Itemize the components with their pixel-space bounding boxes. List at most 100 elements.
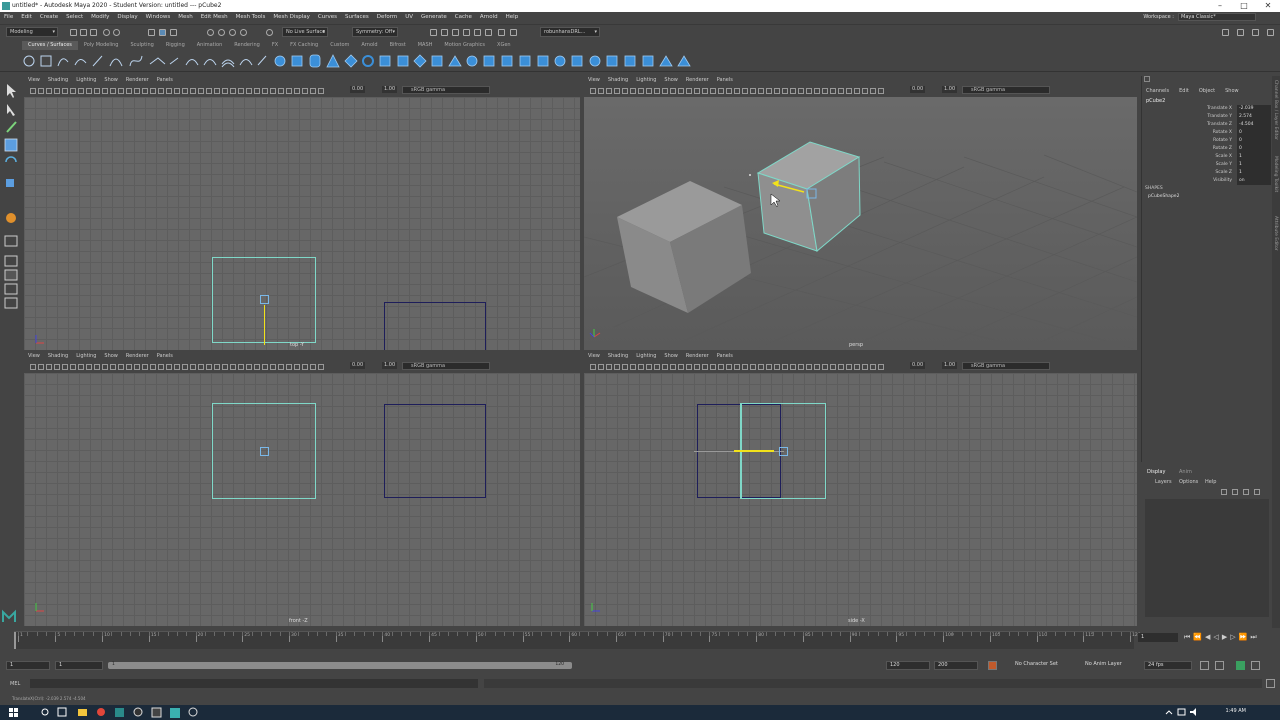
channel-row[interactable]: Translate X -2.039: [1182, 105, 1272, 113]
shelf-tab-rigging[interactable]: Rigging: [160, 41, 191, 50]
side-exposure-field[interactable]: 0.00: [910, 362, 926, 369]
minimize-button[interactable]: –: [1208, 0, 1232, 12]
channel-row[interactable]: Translate Z -4.504: [1182, 121, 1272, 129]
menu-edit-mesh[interactable]: Edit Mesh: [201, 14, 228, 20]
rotate-y-field[interactable]: 0: [1237, 137, 1271, 145]
shelf-tab-fx-caching[interactable]: FX Caching: [284, 41, 324, 50]
front-viewport[interactable]: front -Z: [24, 373, 580, 626]
side-gamma-field[interactable]: 1.00: [942, 362, 958, 369]
channel-row[interactable]: Rotate X0: [1182, 129, 1272, 137]
top-panels-menu[interactable]: Panels: [157, 77, 173, 83]
current-time-marker[interactable]: [14, 632, 16, 649]
shelf-tab-animation[interactable]: Animation: [191, 41, 229, 50]
select-object-icon[interactable]: [159, 29, 166, 36]
persp-exposure-field[interactable]: 0.00: [910, 86, 926, 93]
side-lighting-menu[interactable]: Lighting: [636, 353, 656, 359]
snap-grid-icon[interactable]: [207, 29, 214, 36]
front-view-menu[interactable]: View: [28, 353, 40, 359]
top-show-menu[interactable]: Show: [104, 77, 118, 83]
timeline-bar[interactable]: 1 5 10 15 20 25 30 35 40 45 50 55 60 65 70 75 80 85 90 95 10…: [14, 631, 1141, 649]
channels-menu[interactable]: Channels: [1146, 88, 1169, 94]
menu-display[interactable]: Display: [117, 14, 137, 20]
arnold-ipr-icon[interactable]: [498, 29, 505, 36]
snap-point-icon[interactable]: [229, 29, 236, 36]
layer-move-down-icon[interactable]: [1232, 489, 1238, 495]
new-scene-icon[interactable]: [70, 29, 77, 36]
channel-row[interactable]: Scale X1: [1182, 153, 1272, 161]
side-tab-attribute-editor[interactable]: Attribute Editor: [1273, 216, 1278, 251]
side-panels-menu[interactable]: Panels: [717, 353, 733, 359]
arnold-render-icon[interactable]: [485, 29, 492, 36]
anim-layer-dropdown[interactable]: No Anim Layer: [1082, 661, 1138, 670]
scale-y-field[interactable]: 1: [1237, 161, 1271, 169]
menu-windows[interactable]: Windows: [146, 14, 171, 20]
layer-tab-anim[interactable]: Anim: [1179, 469, 1192, 475]
side-colorspace-dropdown[interactable]: sRGB gamma: [962, 362, 1050, 370]
menu-help[interactable]: Help: [506, 14, 519, 20]
menu-select[interactable]: Select: [66, 14, 83, 20]
workspace-dropdown[interactable]: Maya Classic*: [1178, 13, 1256, 21]
new-layer-selected-icon[interactable]: [1254, 489, 1260, 495]
top-shading-menu[interactable]: Shading: [48, 77, 68, 83]
step-back-frame-icon[interactable]: ◀: [1205, 633, 1210, 642]
step-forward-frame-icon[interactable]: ▷: [1230, 633, 1235, 642]
layer-tab-display[interactable]: Display: [1147, 469, 1165, 475]
snap-view-plane-icon[interactable]: [240, 29, 247, 36]
rotate-x-field[interactable]: 0: [1237, 129, 1271, 137]
front-cube-outline[interactable]: [384, 404, 486, 498]
top-renderer-menu[interactable]: Renderer: [126, 77, 149, 83]
channel-row[interactable]: Scale Z1: [1182, 169, 1272, 177]
cube-pcube1[interactable]: [617, 181, 751, 313]
persp-shading-menu[interactable]: Shading: [608, 77, 628, 83]
symmetry-dropdown[interactable]: Symmetry: Off: [352, 27, 398, 37]
render-settings-icon[interactable]: [463, 29, 470, 36]
range-bar[interactable]: 1 120: [108, 662, 572, 669]
menu-surfaces[interactable]: Surfaces: [345, 14, 369, 20]
script-editor-icon[interactable]: [1266, 679, 1275, 688]
menu-modify[interactable]: Modify: [91, 14, 109, 20]
step-back-key-icon[interactable]: ⏪: [1193, 633, 1202, 642]
select-hierarchy-icon[interactable]: [148, 29, 155, 36]
translate-y-field[interactable]: 2.574: [1237, 113, 1271, 121]
play-forwards-icon[interactable]: ▶: [1222, 633, 1227, 642]
persp-viewport[interactable]: persp: [584, 97, 1137, 350]
menu-mesh[interactable]: Mesh: [178, 14, 192, 20]
menu-deform[interactable]: Deform: [377, 14, 397, 20]
top-cube-outline[interactable]: [384, 302, 486, 350]
render-view-icon[interactable]: [430, 29, 437, 36]
shelf-tab-bifrost[interactable]: Bifrost: [384, 41, 412, 50]
current-frame-field[interactable]: 1: [1138, 633, 1178, 642]
auto-key-icon[interactable]: [988, 661, 997, 670]
front-panels-menu[interactable]: Panels: [157, 353, 173, 359]
shape-node[interactable]: pCubeShape2: [1148, 194, 1179, 199]
step-forward-key-icon[interactable]: ⏩: [1239, 633, 1248, 642]
channel-object-menu[interactable]: Object: [1199, 88, 1215, 94]
loop-icon[interactable]: [1200, 661, 1209, 670]
persp-show-menu[interactable]: Show: [664, 77, 678, 83]
hypershade-icon[interactable]: [474, 29, 481, 36]
shelf-tab-motion-graphics[interactable]: Motion Graphics: [438, 41, 491, 50]
layers-menu[interactable]: Layers: [1155, 479, 1172, 485]
persp-colorspace-dropdown[interactable]: sRGB gamma: [962, 86, 1050, 94]
render-frame-icon[interactable]: [441, 29, 448, 36]
redo-icon[interactable]: [113, 29, 120, 36]
mel-input[interactable]: [30, 679, 478, 688]
layer-list[interactable]: [1145, 499, 1269, 617]
persp-lighting-menu[interactable]: Lighting: [636, 77, 656, 83]
toggle-tool-settings-icon[interactable]: [1252, 29, 1259, 36]
top-lighting-menu[interactable]: Lighting: [76, 77, 96, 83]
toggle-modeling-toolkit-icon[interactable]: [1222, 29, 1229, 36]
menuset-dropdown[interactable]: Modeling: [6, 27, 58, 37]
pause-ipr-icon[interactable]: [510, 29, 517, 36]
top-viewport[interactable]: top -Y: [24, 97, 580, 350]
top-exposure-field[interactable]: 0.00: [350, 86, 366, 93]
side-viewport[interactable]: side -X: [584, 373, 1137, 626]
menu-cache[interactable]: Cache: [455, 14, 472, 20]
shelf-tab-arnold[interactable]: Arnold: [355, 41, 383, 50]
top-manipulator-axis[interactable]: [264, 305, 265, 345]
menu-uv[interactable]: UV: [405, 14, 413, 20]
channel-row[interactable]: Translate Y 2.574: [1182, 113, 1272, 121]
character-set-dropdown[interactable]: No Character Set: [1012, 661, 1078, 670]
translate-x-field[interactable]: -2.039: [1237, 105, 1271, 113]
menu-curves[interactable]: Curves: [318, 14, 337, 20]
